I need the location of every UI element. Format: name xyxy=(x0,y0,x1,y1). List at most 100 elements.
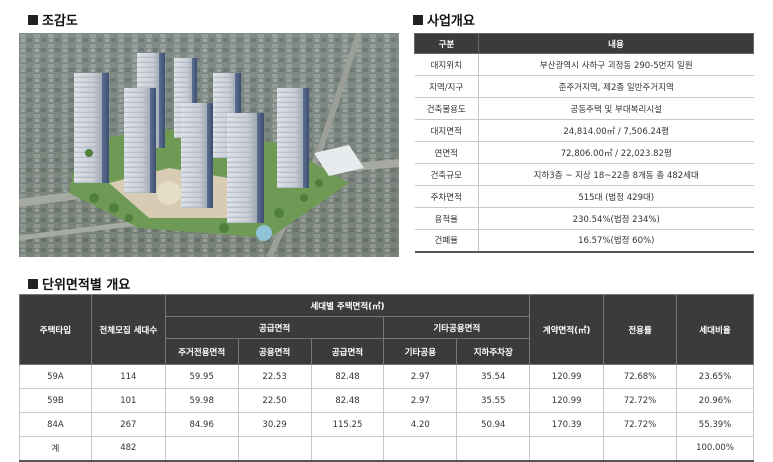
overview-value: 부산광역시 사하구 괴정동 290-5번지 일원 xyxy=(478,53,754,76)
aerial-view-illustration xyxy=(19,33,399,257)
cell-contract xyxy=(529,436,605,462)
cell-supply: 82.48 xyxy=(310,388,385,413)
overview-label: 주차면적 xyxy=(414,185,479,208)
cell-supply: 115.25 xyxy=(310,412,385,437)
cell-efficiency xyxy=(603,436,678,462)
cell-parking: 35.54 xyxy=(456,364,531,389)
cell-type: 59B xyxy=(19,388,92,413)
bird-eye-title-text: 조감도 xyxy=(42,14,78,29)
overview-value: 24,814.00㎡ / 7,506.24평 xyxy=(478,119,754,142)
bird-eye-title: 조감도 xyxy=(28,10,78,29)
overview-label: 대지위치 xyxy=(414,53,479,76)
header-supply-group: 공급면적 xyxy=(164,316,385,339)
cell-contract: 120.99 xyxy=(529,388,605,413)
overview-label: 용적율 xyxy=(414,207,479,230)
cell-efficiency: 72.68% xyxy=(603,364,678,389)
table-row: 59B 101 59.98 22.50 82.48 2.97 35.55 120… xyxy=(19,388,754,413)
table-row: 84A 267 84.96 30.29 115.25 4.20 50.94 17… xyxy=(19,412,754,437)
cell-contract: 120.99 xyxy=(529,364,605,389)
bullet-square-icon xyxy=(413,14,423,25)
overview-label: 건축규모 xyxy=(414,163,479,186)
overview-label: 연면적 xyxy=(414,141,479,164)
overview-value: 515대 (법정 429대) xyxy=(478,185,754,208)
header-exclusive: 주거전용면적 xyxy=(164,338,239,365)
cell-efficiency: 72.72% xyxy=(603,388,678,413)
table-row: 주차면적 515대 (법정 429대) xyxy=(414,185,754,208)
cell-other-common xyxy=(383,436,458,462)
cell-supply: 82.48 xyxy=(310,364,385,389)
overview-value: 지하3층 ~ 지상 18~22층 8개동 총 482세대 xyxy=(478,163,754,186)
cell-other-common: 2.97 xyxy=(383,364,458,389)
cell-type: 계 xyxy=(19,436,92,462)
cell-households: 114 xyxy=(90,364,166,389)
table-row: 건폐율 16.57%(법정 60%) xyxy=(414,229,754,253)
cell-households: 482 xyxy=(90,436,166,462)
overview-value: 공동주택 및 부대복리시설 xyxy=(478,97,754,120)
cell-supply xyxy=(310,436,385,462)
unit-area-table: 주택타입 전체모집 세대수 세대별 주택면적(㎡) 계약면적(㎡) 전용률 세대… xyxy=(19,294,754,462)
table-row: 대지위치 부산광역시 사하구 괴정동 290-5번지 일원 xyxy=(414,53,754,76)
table-row: 용적율 230.54%(법정 234%) xyxy=(414,207,754,230)
cell-efficiency: 72.72% xyxy=(603,412,678,437)
overview-header-row: 구분 내용 xyxy=(414,33,754,54)
header-area-group: 세대별 주택면적(㎡) xyxy=(164,294,531,317)
cell-exclusive: 84.96 xyxy=(164,412,239,437)
header-ratio: 세대비율 xyxy=(676,294,754,365)
overview-value: 72,806.00㎡ / 22,023.82평 xyxy=(478,141,754,164)
overview-header-category: 구분 xyxy=(414,33,479,54)
header-other-common: 기타공용 xyxy=(383,338,458,365)
overview-title: 사업개요 xyxy=(413,10,475,29)
aerial-view-image xyxy=(19,33,399,257)
overview-label: 대지면적 xyxy=(414,119,479,142)
cell-households: 267 xyxy=(90,412,166,437)
cell-parking: 35.55 xyxy=(456,388,531,413)
cell-common xyxy=(237,436,312,462)
table-row: 대지면적 24,814.00㎡ / 7,506.24평 xyxy=(414,119,754,142)
cell-other-common: 2.97 xyxy=(383,388,458,413)
cell-ratio: 23.65% xyxy=(676,364,754,389)
cell-parking: 50.94 xyxy=(456,412,531,437)
header-efficiency: 전용률 xyxy=(603,294,678,365)
overview-value: 준주거지역, 제2종 일반주거지역 xyxy=(478,75,754,98)
units-title: 단위면적별 개요 xyxy=(28,274,130,293)
table-row: 건축규모 지하3층 ~ 지상 18~22층 8개동 총 482세대 xyxy=(414,163,754,186)
table-row: 연면적 72,806.00㎡ / 22,023.82평 xyxy=(414,141,754,164)
project-overview-table: 구분 내용 대지위치 부산광역시 사하구 괴정동 290-5번지 일원 지역/지구… xyxy=(414,33,754,253)
header-common: 공용면적 xyxy=(237,338,312,365)
overview-label: 지역/지구 xyxy=(414,75,479,98)
cell-exclusive xyxy=(164,436,239,462)
cell-contract: 170.39 xyxy=(529,412,605,437)
header-households: 전체모집 세대수 xyxy=(90,294,166,365)
cell-other-common: 4.20 xyxy=(383,412,458,437)
table-row-total: 계 482 100.00% xyxy=(19,436,754,462)
cell-ratio: 100.00% xyxy=(676,436,754,462)
cell-type: 59A xyxy=(19,364,92,389)
header-type: 주택타입 xyxy=(19,294,92,365)
overview-value: 16.57%(법정 60%) xyxy=(478,229,754,253)
header-parking: 지하주차장 xyxy=(456,338,531,365)
header-supply: 공급면적 xyxy=(310,338,385,365)
overview-header-content: 내용 xyxy=(478,33,754,54)
units-header-row: 주택타입 전체모집 세대수 세대별 주택면적(㎡) 계약면적(㎡) 전용률 세대… xyxy=(19,294,754,365)
overview-value: 230.54%(법정 234%) xyxy=(478,207,754,230)
bullet-square-icon xyxy=(28,278,38,289)
overview-label: 건폐율 xyxy=(414,229,479,253)
overview-label: 건축물용도 xyxy=(414,97,479,120)
cell-common: 22.53 xyxy=(237,364,312,389)
table-row: 지역/지구 준주거지역, 제2종 일반주거지역 xyxy=(414,75,754,98)
overview-title-text: 사업개요 xyxy=(427,14,475,29)
cell-common: 30.29 xyxy=(237,412,312,437)
cell-common: 22.50 xyxy=(237,388,312,413)
cell-ratio: 20.96% xyxy=(676,388,754,413)
cell-type: 84A xyxy=(19,412,92,437)
cell-ratio: 55.39% xyxy=(676,412,754,437)
cell-households: 101 xyxy=(90,388,166,413)
units-title-text: 단위면적별 개요 xyxy=(42,278,131,293)
header-contract: 계약면적(㎡) xyxy=(529,294,605,365)
cell-exclusive: 59.95 xyxy=(164,364,239,389)
cell-exclusive: 59.98 xyxy=(164,388,239,413)
cell-parking xyxy=(456,436,531,462)
header-other-group: 기타공용면적 xyxy=(383,316,531,339)
table-row: 건축물용도 공동주택 및 부대복리시설 xyxy=(414,97,754,120)
bullet-square-icon xyxy=(28,14,38,25)
